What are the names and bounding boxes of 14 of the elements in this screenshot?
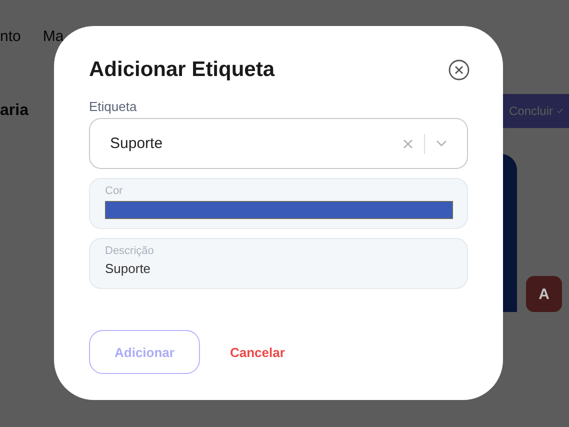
nav-link[interactable]: nto xyxy=(0,28,21,52)
dialog-title: Adicionar Etiqueta xyxy=(89,58,275,82)
color-field[interactable]: Cor xyxy=(89,178,468,229)
select-field[interactable]: Suporte xyxy=(89,118,468,169)
cancel-link[interactable]: Cancelar xyxy=(230,344,285,360)
page-title: aria xyxy=(0,102,28,120)
color-swatch[interactable] xyxy=(105,201,453,219)
input-field[interactable]: Descrição Suporte xyxy=(89,238,468,289)
clear-icon xyxy=(403,138,413,148)
close-icon xyxy=(448,59,470,81)
avatar: A xyxy=(526,276,562,312)
close-button[interactable] xyxy=(448,59,470,81)
field-label: Etiqueta xyxy=(89,99,138,114)
chevron-icon xyxy=(436,140,447,147)
